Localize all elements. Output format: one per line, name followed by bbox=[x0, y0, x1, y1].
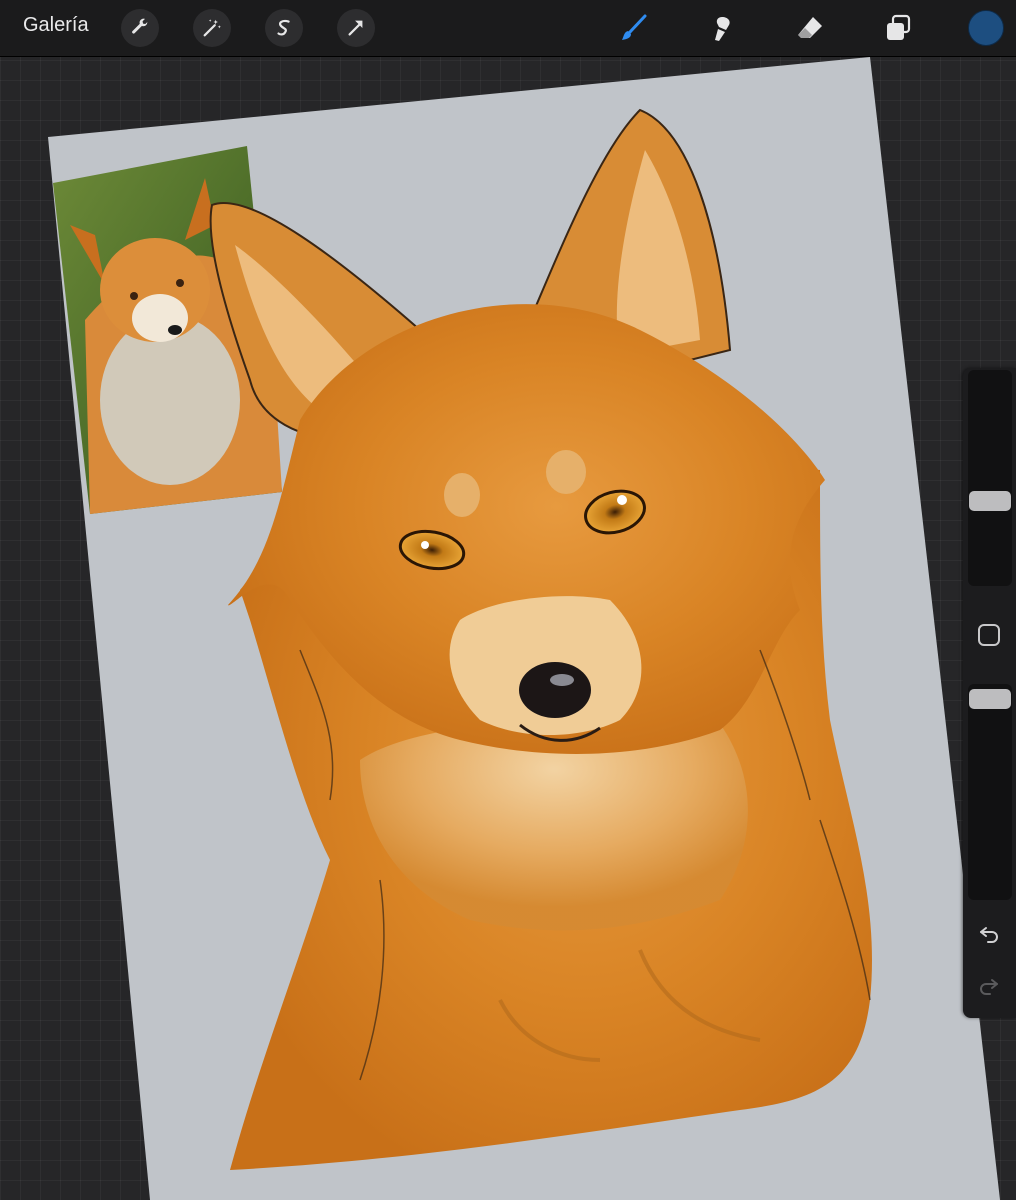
opacity-slider[interactable] bbox=[968, 684, 1012, 900]
modify-button[interactable] bbox=[978, 624, 1000, 646]
eraser-icon[interactable] bbox=[792, 10, 828, 46]
canvas-area[interactable] bbox=[0, 57, 1016, 1200]
actions-wrench-icon[interactable] bbox=[121, 9, 159, 47]
brush-icon[interactable] bbox=[616, 10, 652, 46]
opacity-thumb[interactable] bbox=[969, 689, 1011, 709]
selection-icon[interactable] bbox=[265, 9, 303, 47]
redo-icon[interactable] bbox=[975, 972, 1003, 1000]
smudge-icon[interactable] bbox=[704, 10, 740, 46]
gallery-button[interactable]: Galería bbox=[23, 14, 89, 37]
adjustments-magic-wand-icon[interactable] bbox=[193, 9, 231, 47]
transform-arrow-icon[interactable] bbox=[337, 9, 375, 47]
brush-sidebar bbox=[963, 368, 1016, 1018]
color-picker[interactable] bbox=[968, 10, 1004, 46]
canvas-svg bbox=[48, 57, 1000, 1200]
layers-icon[interactable] bbox=[880, 10, 916, 46]
top-toolbar: Galería bbox=[0, 0, 1016, 57]
brush-size-slider[interactable] bbox=[968, 370, 1012, 586]
brush-size-thumb[interactable] bbox=[969, 491, 1011, 511]
undo-icon[interactable] bbox=[975, 920, 1003, 948]
